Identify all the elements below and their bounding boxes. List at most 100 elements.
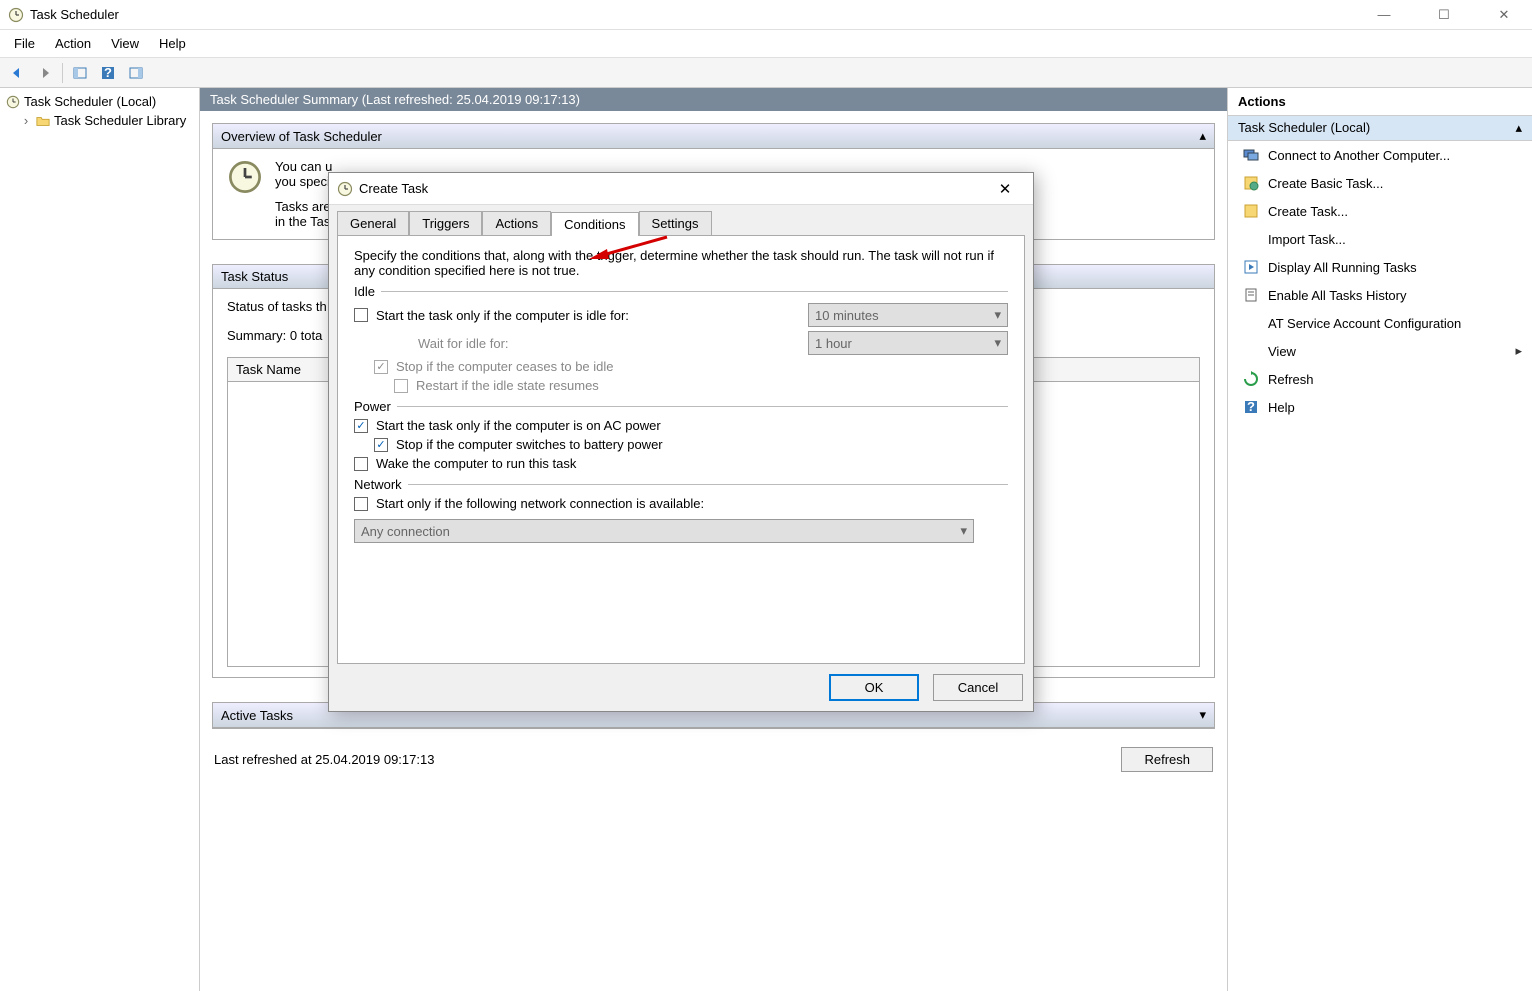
tab-actions[interactable]: Actions [482,211,551,235]
dialog-close-button[interactable]: ✕ [985,180,1025,198]
svg-text:?: ? [1247,399,1255,414]
refresh-row: Last refreshed at 25.04.2019 09:17:13 Re… [200,741,1227,778]
clock-icon [337,181,353,197]
network-connection-row: Any connection▾ [354,517,1008,545]
active-tasks-title: Active Tasks [221,708,293,723]
refresh-button[interactable]: Refresh [1121,747,1213,772]
action-label: AT Service Account Configuration [1268,316,1461,331]
help-icon: ? [1242,398,1260,416]
dialog-body: Specify the conditions that, along with … [337,235,1025,664]
tab-settings[interactable]: Settings [639,211,712,235]
tree-library-label: Task Scheduler Library [54,113,186,128]
task-basic-icon [1242,174,1260,192]
action-connect[interactable]: Connect to Another Computer... [1228,141,1532,169]
action-at-service[interactable]: AT Service Account Configuration [1228,309,1532,337]
create-task-dialog: Create Task ✕ General Triggers Actions C… [328,172,1034,712]
titlebar: Task Scheduler — ☐ ✕ [0,0,1532,30]
network-connection-dropdown[interactable]: Any connection▾ [354,519,974,543]
cancel-button[interactable]: Cancel [933,674,1023,701]
action-label: Connect to Another Computer... [1268,148,1450,163]
actions-group-label: Task Scheduler (Local) [1238,120,1370,136]
wait-label: Wait for idle for: [418,336,800,351]
wake-row: Wake the computer to run this task [354,454,1008,473]
overview-header[interactable]: Overview of Task Scheduler ▴ [213,124,1214,149]
center-pane: Task Scheduler Summary (Last refreshed: … [200,88,1227,991]
action-create-task[interactable]: Create Task... [1228,197,1532,225]
battery-checkbox[interactable]: ✓ [374,438,388,452]
network-start-checkbox[interactable] [354,497,368,511]
idle-start-label: Start the task only if the computer is i… [376,308,800,323]
minimize-button[interactable]: — [1364,7,1404,23]
stop-idle-row: ✓ Stop if the computer ceases to be idle [354,357,1008,376]
tab-general[interactable]: General [337,211,409,235]
overview-title: Overview of Task Scheduler [221,129,382,144]
actions-pane: Actions Task Scheduler (Local) ▴ Connect… [1227,88,1532,991]
action-enable-history[interactable]: Enable All Tasks History [1228,281,1532,309]
dialog-title: Create Task [359,181,985,196]
show-hide-tree-button[interactable] [67,61,93,85]
idle-group-label: Idle [354,284,1008,299]
restart-idle-label: Restart if the idle state resumes [416,378,599,393]
tree-root-label: Task Scheduler (Local) [24,94,156,109]
history-icon [1242,286,1260,304]
expand-icon[interactable]: ▾ [1199,707,1206,723]
action-label: Display All Running Tasks [1268,260,1417,275]
folder-icon [36,114,50,128]
stop-idle-checkbox[interactable]: ✓ [374,360,388,374]
collapse-icon[interactable]: ▴ [1199,128,1206,144]
menu-action[interactable]: Action [45,32,101,55]
conditions-description: Specify the conditions that, along with … [354,248,1008,278]
restart-idle-checkbox[interactable] [394,379,408,393]
action-import[interactable]: Import Task... [1228,225,1532,253]
menu-help[interactable]: Help [149,32,196,55]
idle-start-checkbox[interactable] [354,308,368,322]
last-refreshed-label: Last refreshed at 25.04.2019 09:17:13 [214,752,434,767]
tab-triggers[interactable]: Triggers [409,211,482,235]
restart-idle-row: Restart if the idle state resumes [354,376,1008,395]
wait-duration-dropdown[interactable]: 1 hour▾ [808,331,1008,355]
action-view[interactable]: View [1228,337,1532,365]
tab-conditions[interactable]: Conditions [551,212,638,236]
idle-start-row: Start the task only if the computer is i… [354,301,1008,329]
action-label: Create Task... [1268,204,1348,219]
battery-row: ✓ Stop if the computer switches to batte… [354,435,1008,454]
window-buttons: — ☐ ✕ [1364,7,1524,23]
action-refresh[interactable]: Refresh [1228,365,1532,393]
overview-text-2: you speci [275,174,332,189]
close-button[interactable]: ✕ [1484,7,1524,23]
computer-icon [1242,146,1260,164]
collapse-icon[interactable]: ▴ [1515,120,1522,136]
back-button[interactable] [4,61,30,85]
help-button[interactable]: ? [95,61,121,85]
forward-button[interactable] [32,61,58,85]
action-label: Help [1268,400,1295,415]
status-title: Task Status [221,269,288,284]
action-label: Create Basic Task... [1268,176,1383,191]
menu-view[interactable]: View [101,32,149,55]
clock-icon [6,95,20,109]
toolbar: ? [0,58,1532,88]
tree-library[interactable]: › Task Scheduler Library [0,111,199,130]
tree-expander[interactable]: › [20,113,32,128]
dialog-titlebar: Create Task ✕ [329,173,1033,205]
ok-button[interactable]: OK [829,674,919,701]
ac-power-row: ✓ Start the task only if the computer is… [354,416,1008,435]
wake-checkbox[interactable] [354,457,368,471]
action-create-basic[interactable]: Create Basic Task... [1228,169,1532,197]
menu-file[interactable]: File [4,32,45,55]
action-help[interactable]: ? Help [1228,393,1532,421]
ac-power-checkbox[interactable]: ✓ [354,419,368,433]
show-hide-action-button[interactable] [123,61,149,85]
action-display-running[interactable]: Display All Running Tasks [1228,253,1532,281]
actions-title: Actions [1228,88,1532,116]
import-icon [1242,230,1260,248]
network-start-row: Start only if the following network conn… [354,494,1008,513]
wait-row: Wait for idle for: 1 hour▾ [354,329,1008,357]
task-icon [1242,202,1260,220]
idle-duration-dropdown[interactable]: 10 minutes▾ [808,303,1008,327]
action-label: Import Task... [1268,232,1346,247]
actions-group-header[interactable]: Task Scheduler (Local) ▴ [1228,116,1532,141]
tree-root[interactable]: Task Scheduler (Local) [0,92,199,111]
maximize-button[interactable]: ☐ [1424,7,1464,23]
clock-icon-large [227,159,263,195]
